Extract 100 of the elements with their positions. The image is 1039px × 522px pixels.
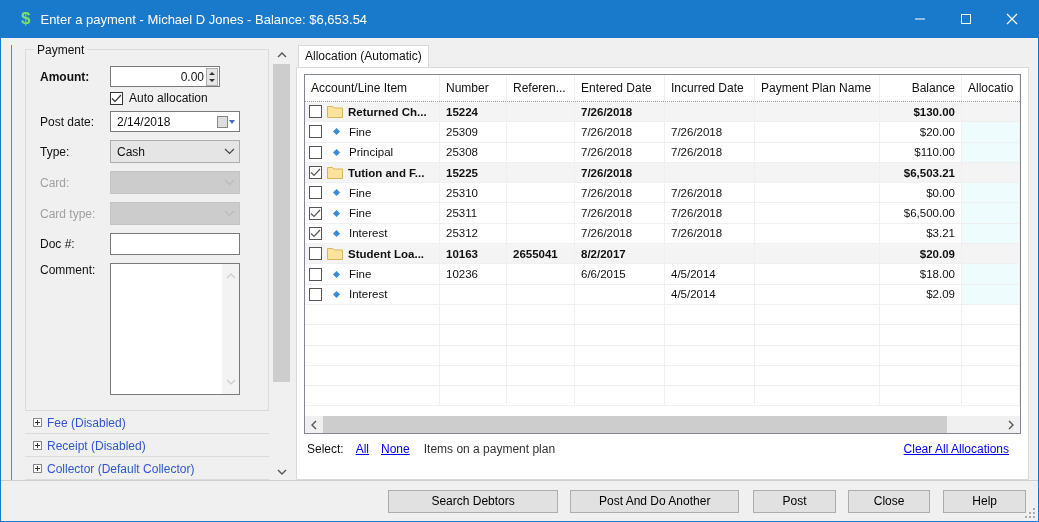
table-cell: 7/26/2018 — [575, 162, 665, 183]
window-title: Enter a payment - Michael D Jones - Balance: $6,653.54 — [40, 11, 368, 27]
table-cell: 7/26/2018 — [575, 223, 665, 244]
row-checkbox[interactable] — [309, 145, 322, 159]
field-label: Type: — [40, 144, 71, 159]
dollar-icon: $ — [21, 9, 31, 29]
column-header[interactable]: Entered Date — [575, 75, 665, 101]
checkbox-label[interactable]: Auto allocation — [129, 91, 208, 105]
dropdown[interactable]: Cash — [110, 140, 240, 163]
table-cell: 10163 — [440, 244, 507, 264]
scroll-down-icon[interactable] — [276, 469, 287, 476]
table-cell: Fine — [349, 125, 372, 138]
folder-icon — [327, 105, 343, 119]
field-label: Comment: — [40, 263, 97, 277]
allocation-cell[interactable] — [962, 284, 1020, 304]
table-row[interactable]: Fine 10236 6/6/2015 4/5/2014 $18.00 — [305, 264, 1020, 285]
select-link[interactable]: All — [355, 442, 370, 456]
scroll-left-icon[interactable] — [310, 419, 317, 430]
tab[interactable]: Allocation (Automatic) — [298, 45, 429, 67]
spinner-icon[interactable] — [206, 67, 218, 86]
table-cell: 7/26/2018 — [575, 122, 665, 142]
resize-grip-icon[interactable] — [1025, 508, 1035, 518]
table-cell: Interest — [349, 288, 388, 301]
folder-icon — [327, 247, 343, 261]
row-checkbox[interactable] — [309, 125, 322, 139]
table-row[interactable]: Student Loa... 10163 2655041 8/2/2017 $20.09 — [305, 244, 1020, 265]
table-cell: Tution and F... — [348, 166, 425, 179]
row-checkbox[interactable] — [309, 166, 322, 180]
table-row[interactable]: Fine 25309 7/26/2018 7/26/2018 $20.00 — [305, 122, 1020, 143]
table-row[interactable]: Returned Ch... 15224 7/26/2018 $130.00 — [305, 102, 1020, 123]
table-row[interactable]: Principal 25308 7/26/2018 7/26/2018 $110.00 — [305, 142, 1020, 163]
scroll-up-icon[interactable] — [276, 51, 287, 58]
expand-icon[interactable] — [33, 418, 42, 427]
diamond-icon — [333, 128, 340, 136]
scrollbar-thumb[interactable] — [273, 64, 290, 382]
section-link[interactable]: Receipt (Disabled) — [47, 438, 146, 453]
section-link[interactable]: Collector (Default Collector) — [47, 461, 195, 476]
amount-field[interactable]: 0.00 — [110, 66, 220, 87]
dialog-button[interactable]: Search Debtors — [388, 489, 559, 513]
chevron-down-icon — [224, 148, 235, 155]
expand-icon[interactable] — [33, 441, 42, 450]
group-title: Payment — [34, 45, 88, 57]
table-cell: Principal — [349, 146, 394, 159]
row-checkbox[interactable] — [309, 287, 322, 301]
row-checkbox[interactable] — [309, 105, 322, 119]
section-link[interactable]: Fee (Disabled) — [47, 415, 126, 430]
table-cell: 25311 — [440, 203, 507, 223]
date-field[interactable]: 2/14/2018 — [110, 111, 240, 132]
allocation-cell[interactable] — [962, 203, 1020, 223]
field-label: Doc #: — [40, 237, 76, 251]
calendar-icon[interactable] — [217, 115, 235, 128]
column-header[interactable]: Referen... — [507, 75, 575, 101]
table-row[interactable]: Fine 25311 7/26/2018 7/26/2018 $6,500.00 — [305, 203, 1020, 224]
select-link[interactable]: None — [381, 442, 410, 456]
table-cell: $6,503.21 — [880, 162, 962, 183]
table-cell: 4/5/2014 — [665, 264, 755, 284]
table-cell: 4/5/2014 — [665, 284, 755, 304]
diamond-icon — [333, 270, 340, 278]
column-header[interactable]: Balance — [880, 75, 962, 101]
dialog-button[interactable]: Post — [753, 489, 836, 513]
expand-icon[interactable] — [33, 464, 42, 473]
column-header[interactable]: Account/Line Item — [305, 75, 440, 101]
row-checkbox[interactable] — [309, 226, 322, 240]
dialog-button[interactable]: Post And Do Another — [570, 489, 740, 513]
allocation-cell[interactable] — [962, 122, 1020, 142]
select-label: Select: — [307, 442, 344, 456]
payment-plan-note: Items on a payment plan — [423, 442, 556, 456]
column-header[interactable]: Number — [440, 75, 507, 101]
table-row[interactable]: Interest 4/5/2014 $2.09 — [305, 284, 1020, 305]
column-header[interactable]: Allocatio — [962, 75, 1020, 101]
maximize-icon[interactable] — [960, 13, 972, 25]
table-cell: 25312 — [440, 223, 507, 244]
table-cell: 6/6/2015 — [575, 264, 665, 284]
column-header[interactable]: Incurred Date — [665, 75, 755, 101]
allocation-cell[interactable] — [962, 142, 1020, 162]
row-checkbox[interactable] — [309, 186, 322, 200]
row-checkbox[interactable] — [309, 267, 322, 281]
scrollbar-thumb[interactable] — [323, 416, 947, 433]
clear-allocations-link[interactable]: Clear All Allocations — [903, 442, 1009, 456]
allocation-cell[interactable] — [962, 183, 1020, 203]
scroll-right-icon[interactable] — [1008, 419, 1015, 430]
table-row[interactable]: Tution and F... 15225 7/26/2018 $6,503.21 — [305, 162, 1020, 184]
dialog-button[interactable]: Close — [847, 489, 931, 513]
allocation-cell[interactable] — [962, 223, 1020, 244]
table-cell: $130.00 — [880, 102, 962, 122]
dialog-button[interactable]: Help — [943, 489, 1026, 513]
table-cell: 7/26/2018 — [665, 203, 755, 223]
table-cell: Fine — [349, 207, 372, 220]
table-cell: 15224 — [440, 102, 507, 122]
row-checkbox[interactable] — [309, 206, 322, 220]
close-icon[interactable] — [1006, 13, 1018, 25]
table-row[interactable]: Fine 25310 7/26/2018 7/26/2018 $0.00 — [305, 183, 1020, 204]
allocation-cell[interactable] — [962, 264, 1020, 284]
diamond-icon — [333, 229, 340, 237]
row-checkbox[interactable] — [309, 247, 322, 261]
input-field[interactable] — [110, 233, 240, 255]
checkbox[interactable] — [110, 91, 123, 105]
table-cell: Interest — [349, 227, 388, 240]
column-header[interactable]: Payment Plan Name — [755, 75, 880, 101]
table-cell: 7/26/2018 — [575, 102, 665, 122]
